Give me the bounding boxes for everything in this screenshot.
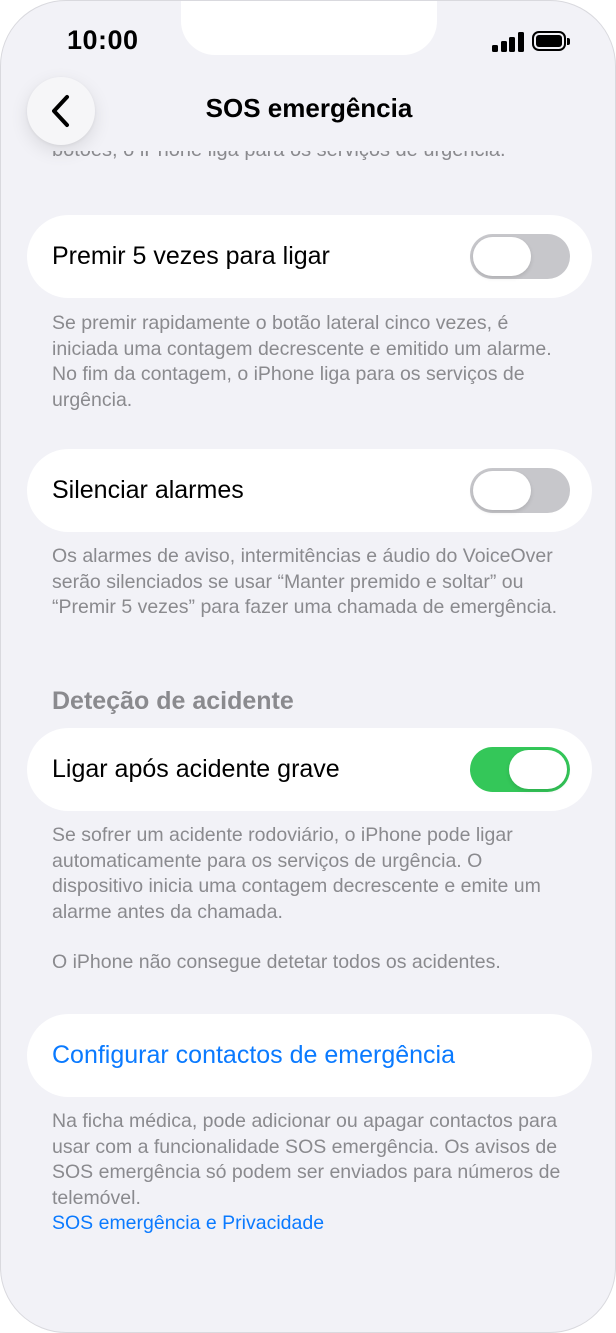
press-5-times-toggle[interactable] [470, 234, 570, 279]
call-after-crash-label: Ligar após acidente grave [52, 755, 340, 783]
silence-alarms-label: Silenciar alarmes [52, 476, 244, 504]
toggle-knob [473, 471, 531, 510]
silence-alarms-row: Silenciar alarmes [27, 449, 592, 532]
cellular-signal-icon [492, 32, 524, 52]
press-5-times-footer: Se premir rapidamente o botão lateral ci… [52, 312, 552, 411]
press-5-times-label: Premir 5 vezes para ligar [52, 242, 330, 270]
emergency-contacts-footer-text: Na ficha médica, pode adicionar ou apaga… [52, 1110, 561, 1209]
call-after-crash-row: Ligar após acidente grave [27, 728, 592, 811]
dynamic-island-notch [181, 1, 437, 55]
crash-detection-header: Deteção de acidente [52, 687, 294, 715]
silence-alarms-footer: Os alarmes de aviso, intermitências e áu… [52, 545, 558, 618]
press-5-times-row: Premir 5 vezes para ligar [27, 215, 592, 298]
phone-screen: 10:00 SOS emergência botões, o iPhone li… [0, 0, 616, 1333]
sos-privacy-link[interactable]: SOS emergência e Privacidade [52, 1211, 572, 1237]
configure-emergency-contacts-link[interactable]: Configurar contactos de emergência [52, 1014, 455, 1097]
page-title: SOS emergência [205, 93, 413, 123]
crash-footer: Se sofrer um acidente rodoviário, o iPho… [52, 824, 541, 923]
emergency-contacts-footer: Na ficha médica, pode adicionar ou apaga… [52, 1109, 572, 1237]
scrolled-footer-text: botões, o iPhone liga para os serviços d… [52, 151, 572, 177]
emergency-contacts-row[interactable]: Configurar contactos de emergência [27, 1014, 592, 1097]
status-time: 10:00 [67, 25, 139, 55]
silence-alarms-toggle[interactable] [470, 468, 570, 513]
crash-disclaimer: O iPhone não consegue detetar todos os a… [52, 951, 501, 973]
toggle-knob [473, 237, 531, 276]
call-after-crash-toggle[interactable] [470, 747, 570, 792]
battery-icon [532, 31, 570, 51]
toggle-knob [509, 750, 567, 789]
